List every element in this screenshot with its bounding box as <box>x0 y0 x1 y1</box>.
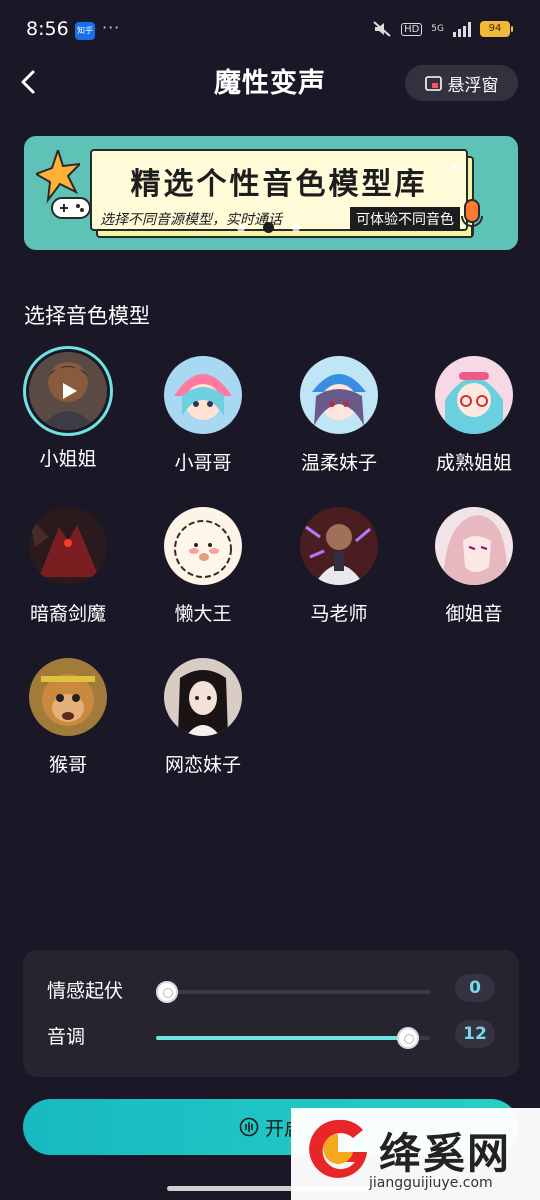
voice-option-anyi-jianmo[interactable]: 暗裔剑魔 <box>8 507 128 626</box>
voice-option-chengshu-jiejie[interactable]: 成熟姐姐 <box>414 356 534 475</box>
sparkle-icon: ✦ <box>448 160 460 176</box>
voice-label: 温柔妹子 <box>300 452 377 474</box>
avatar <box>29 658 107 736</box>
status-indicators: HD 5G 94 <box>372 20 513 38</box>
voice-label: 小姐姐 <box>39 448 97 470</box>
emotion-label: 情感起伏 <box>47 980 124 1002</box>
status-bar: 8:56 知乎 ··· HD 5G 94 <box>0 0 540 62</box>
voice-label: 成熟姐姐 <box>435 452 512 474</box>
voice-option-xiaojiejie[interactable]: 小姐姐 <box>8 346 128 471</box>
voice-label: 暗裔剑魔 <box>29 603 106 625</box>
float-window-icon <box>424 75 442 91</box>
emotion-value: 0 <box>455 974 495 1002</box>
watermark-logo <box>309 1119 367 1178</box>
zhihu-app-icon: 知乎 <box>75 22 95 40</box>
voice-label: 猴哥 <box>48 754 87 776</box>
site-watermark: 绛奚网 jiangguijiuye.com <box>291 1108 540 1200</box>
pitch-slider-fill <box>156 1036 409 1040</box>
voice-label: 懒大王 <box>174 603 232 625</box>
avatar <box>435 507 513 585</box>
avatar <box>300 507 378 585</box>
voice-option-ma-laoshi[interactable]: 马老师 <box>279 507 399 626</box>
play-icon <box>63 383 77 399</box>
voice-option-landawang[interactable]: 懒大王 <box>143 507 263 626</box>
watermark-title: 绛奚网 <box>379 1129 512 1178</box>
emotion-row: 情感起伏 0 <box>23 970 519 1010</box>
pitch-slider-thumb[interactable] <box>397 1027 420 1049</box>
banner-tag: 可体验不同音色 <box>350 207 460 231</box>
emotion-slider[interactable] <box>155 981 430 1003</box>
watermark-url: jiangguijiuye.com <box>369 1175 493 1191</box>
pagination-dot <box>292 223 300 232</box>
voice-label: 马老师 <box>310 603 368 625</box>
voice-option-wenrou-meizi[interactable]: 温柔妹子 <box>279 356 399 475</box>
voice-option-wanglian-meizi[interactable]: 网恋妹子 <box>143 658 263 777</box>
voice-settings-panel: 情感起伏 0 音调 12 <box>23 950 519 1077</box>
more-notifications-icon: ··· <box>102 18 121 37</box>
voice-option-xiaogege[interactable]: 小哥哥 <box>143 356 263 475</box>
banner-title: 精选个性音色模型库 <box>130 167 428 202</box>
voice-option-yujie-yin[interactable]: 御姐音 <box>414 507 534 626</box>
status-time: 8:56 <box>26 18 69 40</box>
mute-icon <box>373 21 391 37</box>
microphone-icon <box>461 199 483 236</box>
voice-label: 小哥哥 <box>174 452 232 474</box>
avatar <box>29 352 107 430</box>
voice-label: 网恋妹子 <box>164 754 241 776</box>
pagination-dot <box>237 223 245 232</box>
emotion-slider-thumb[interactable] <box>155 981 178 1003</box>
gamepad-icon <box>51 197 91 219</box>
banner-pagination <box>237 222 300 233</box>
battery-icon: 94 <box>480 21 513 37</box>
pitch-row: 音调 12 <box>23 1016 519 1056</box>
avatar <box>29 507 107 585</box>
voice-label: 御姐音 <box>445 603 503 625</box>
network-type: 5G <box>431 24 444 34</box>
voice-wave-icon <box>239 1117 259 1137</box>
float-window-button[interactable]: 悬浮窗 <box>405 65 518 101</box>
avatar <box>435 356 513 434</box>
banner-board: 精选个性音色模型库 选择不同音源模型，实时通话 可体验不同音色 <box>90 149 468 231</box>
pitch-label: 音调 <box>47 1026 86 1048</box>
avatar <box>164 356 242 434</box>
hd-icon: HD <box>401 22 423 36</box>
voice-option-houge[interactable]: 猴哥 <box>8 658 128 777</box>
float-window-label: 悬浮窗 <box>447 75 499 96</box>
signal-icon <box>453 21 471 37</box>
pitch-value: 12 <box>455 1020 495 1048</box>
avatar <box>164 507 242 585</box>
pagination-dot-active <box>263 222 274 233</box>
avatar <box>164 658 242 736</box>
avatar <box>300 356 378 434</box>
pitch-slider[interactable] <box>156 1027 430 1049</box>
section-title: 选择音色模型 <box>24 304 150 328</box>
